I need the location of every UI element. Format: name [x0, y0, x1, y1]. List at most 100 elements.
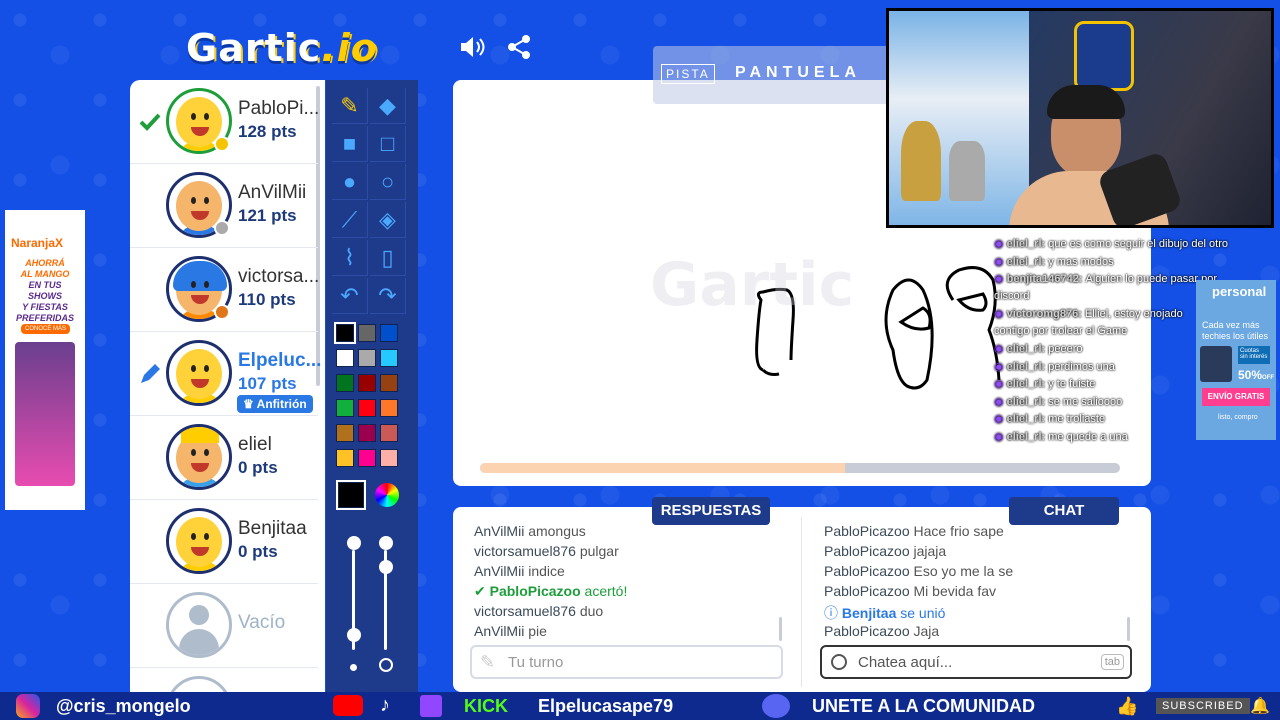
player-card[interactable]: Elpeluc... 107 pts ♛ Anfitrión — [130, 332, 321, 416]
ad-brand: NaranjaX — [11, 236, 64, 250]
color-swatch[interactable] — [358, 449, 376, 467]
round-progress — [480, 463, 1120, 473]
chat-text: Hace frio sape — [909, 523, 1004, 539]
stream-chat-line: ◉ eliel_rl: me quede a una — [994, 430, 1128, 443]
color-swatch[interactable] — [358, 324, 376, 342]
color-swatch[interactable] — [336, 374, 354, 392]
player-card[interactable]: PabloPi... 128 pts — [130, 80, 319, 164]
filled-rect-icon[interactable]: ■ — [332, 126, 368, 162]
answers-scrollbar[interactable] — [779, 617, 782, 641]
eyedropper-icon[interactable]: ⌇ — [332, 240, 368, 276]
slider-handle[interactable] — [379, 536, 393, 550]
new-page-icon[interactable]: ▯ — [370, 240, 406, 276]
status-dot — [214, 220, 230, 236]
chat-user: AnVilMii — [474, 523, 525, 539]
thumbs-up-icon[interactable]: 👍 — [1116, 696, 1138, 717]
slider-handle[interactable] — [379, 560, 393, 574]
sound-icon[interactable] — [458, 34, 486, 67]
pencil-icon — [138, 362, 162, 386]
fill-bucket-icon[interactable]: ◈ — [370, 202, 406, 238]
player-points: 128 pts — [238, 122, 297, 141]
color-swatch[interactable] — [358, 424, 376, 442]
color-swatch[interactable] — [358, 374, 376, 392]
answer-input[interactable]: ✎ Tu turno — [470, 645, 783, 679]
subscribed-button[interactable]: SUBSCRIBED — [1156, 698, 1250, 714]
redo-icon[interactable]: ↷ — [370, 278, 406, 314]
chat-user: PabloPicazoo — [824, 583, 910, 599]
slider-handle[interactable] — [347, 536, 361, 550]
youtube-icon — [333, 695, 363, 716]
color-swatch[interactable] — [380, 374, 398, 392]
chat-message: ⓘ Benjitaa se unió — [824, 603, 945, 623]
empty-slot — [130, 668, 318, 692]
color-swatch[interactable] — [380, 424, 398, 442]
color-swatch[interactable] — [380, 324, 398, 342]
chat-message: PabloPicazoo Eso yo me la se — [824, 563, 1013, 579]
chat-message: AnVilMii pie — [474, 623, 547, 639]
hint-box: PISTA PANTUELA — [653, 46, 889, 104]
stream-chat-user: eliel_rl: — [1006, 360, 1049, 373]
hint-word: PANTUELA — [735, 64, 861, 81]
chat-text: duo — [575, 603, 604, 619]
player-card[interactable]: AnVilMii 121 pts — [130, 164, 318, 248]
stream-chat-user: eliel_rl: — [1006, 255, 1049, 268]
color-swatch[interactable] — [380, 449, 398, 467]
player-name: PabloPi... — [238, 98, 320, 119]
color-swatch[interactable] — [336, 349, 354, 367]
slider-handle[interactable] — [347, 628, 361, 642]
chat-message: ✔ PabloPicazoo acertó! — [474, 583, 627, 600]
pencil-icon[interactable]: ✎ — [332, 88, 368, 124]
player-card[interactable]: eliel 0 pts — [130, 416, 318, 500]
player-points: 0 pts — [238, 458, 278, 477]
player-card[interactable]: Benjitaa 0 pts — [130, 500, 318, 584]
player-name: AnVilMii — [238, 182, 307, 203]
color-swatch[interactable] — [380, 349, 398, 367]
bell-icon[interactable]: 🔔 — [1250, 696, 1270, 716]
share-icon[interactable] — [506, 34, 532, 67]
chat-scrollbar[interactable] — [1127, 617, 1130, 641]
color-wheel-icon[interactable] — [375, 483, 399, 507]
player-name: victorsa... — [238, 266, 320, 287]
color-swatch[interactable] — [380, 399, 398, 417]
chat-text: pie — [524, 623, 547, 639]
color-swatch[interactable] — [334, 322, 356, 344]
current-color — [336, 480, 366, 510]
chat-input[interactable]: Chatea aquí... tab — [820, 645, 1132, 679]
color-swatch[interactable] — [336, 424, 354, 442]
round-progress-fill — [480, 463, 845, 473]
ad-banner-left[interactable]: NaranjaX AHORRÁ AL MANGO EN TUS SHOWS Y FIES… — [5, 210, 85, 510]
twitch-icon: ◉ — [994, 413, 1007, 425]
crown-icon: ♛ — [243, 397, 257, 411]
tab-answers[interactable]: RESPUESTAS — [652, 497, 770, 525]
ad-line: EN TUS — [28, 280, 62, 290]
eraser-icon[interactable]: ◆ — [370, 88, 406, 124]
color-swatch[interactable] — [358, 349, 376, 367]
ad-laptop-image — [1200, 346, 1232, 382]
ad-line: Y FIESTAS — [22, 302, 68, 312]
avatar — [166, 340, 232, 406]
circle-icon[interactable]: ○ — [370, 164, 406, 200]
stream-chat-user: eliel_rl: — [1006, 395, 1049, 408]
stream-chat-text: Elliel, estoy enojado — [1084, 308, 1183, 320]
line-icon[interactable]: ⟋ — [332, 202, 368, 238]
chat-message: AnVilMii amongus — [474, 523, 586, 539]
player-card[interactable]: victorsa... 110 pts — [130, 248, 319, 332]
color-swatch[interactable] — [358, 399, 376, 417]
chat-text: jajaja — [909, 543, 947, 559]
rect-icon[interactable]: □ — [370, 126, 406, 162]
ad-brand: personal — [1212, 284, 1267, 299]
player-name: Vacío — [238, 612, 286, 633]
discord-invite: UNETE A LA COMUNIDAD — [812, 696, 1035, 716]
stream-chat-line: ◉ eliel_rl: que es como seguir el dibujo… — [994, 237, 1228, 250]
color-swatch[interactable] — [336, 449, 354, 467]
filled-circle-icon[interactable]: ● — [332, 164, 368, 200]
chat-placeholder: Chatea aquí... — [858, 654, 953, 671]
ad-banner-right[interactable]: personal Cada vez más techies los útiles… — [1196, 280, 1276, 440]
chat-user: PabloPicazoo — [824, 543, 910, 559]
color-swatch[interactable] — [336, 399, 354, 417]
ad-cta: ENVÍO GRATIS — [1202, 388, 1270, 406]
undo-icon[interactable]: ↶ — [332, 278, 368, 314]
player-name: eliel — [238, 434, 272, 455]
status-dot — [214, 304, 230, 320]
tab-chat[interactable]: CHAT — [1009, 497, 1119, 525]
